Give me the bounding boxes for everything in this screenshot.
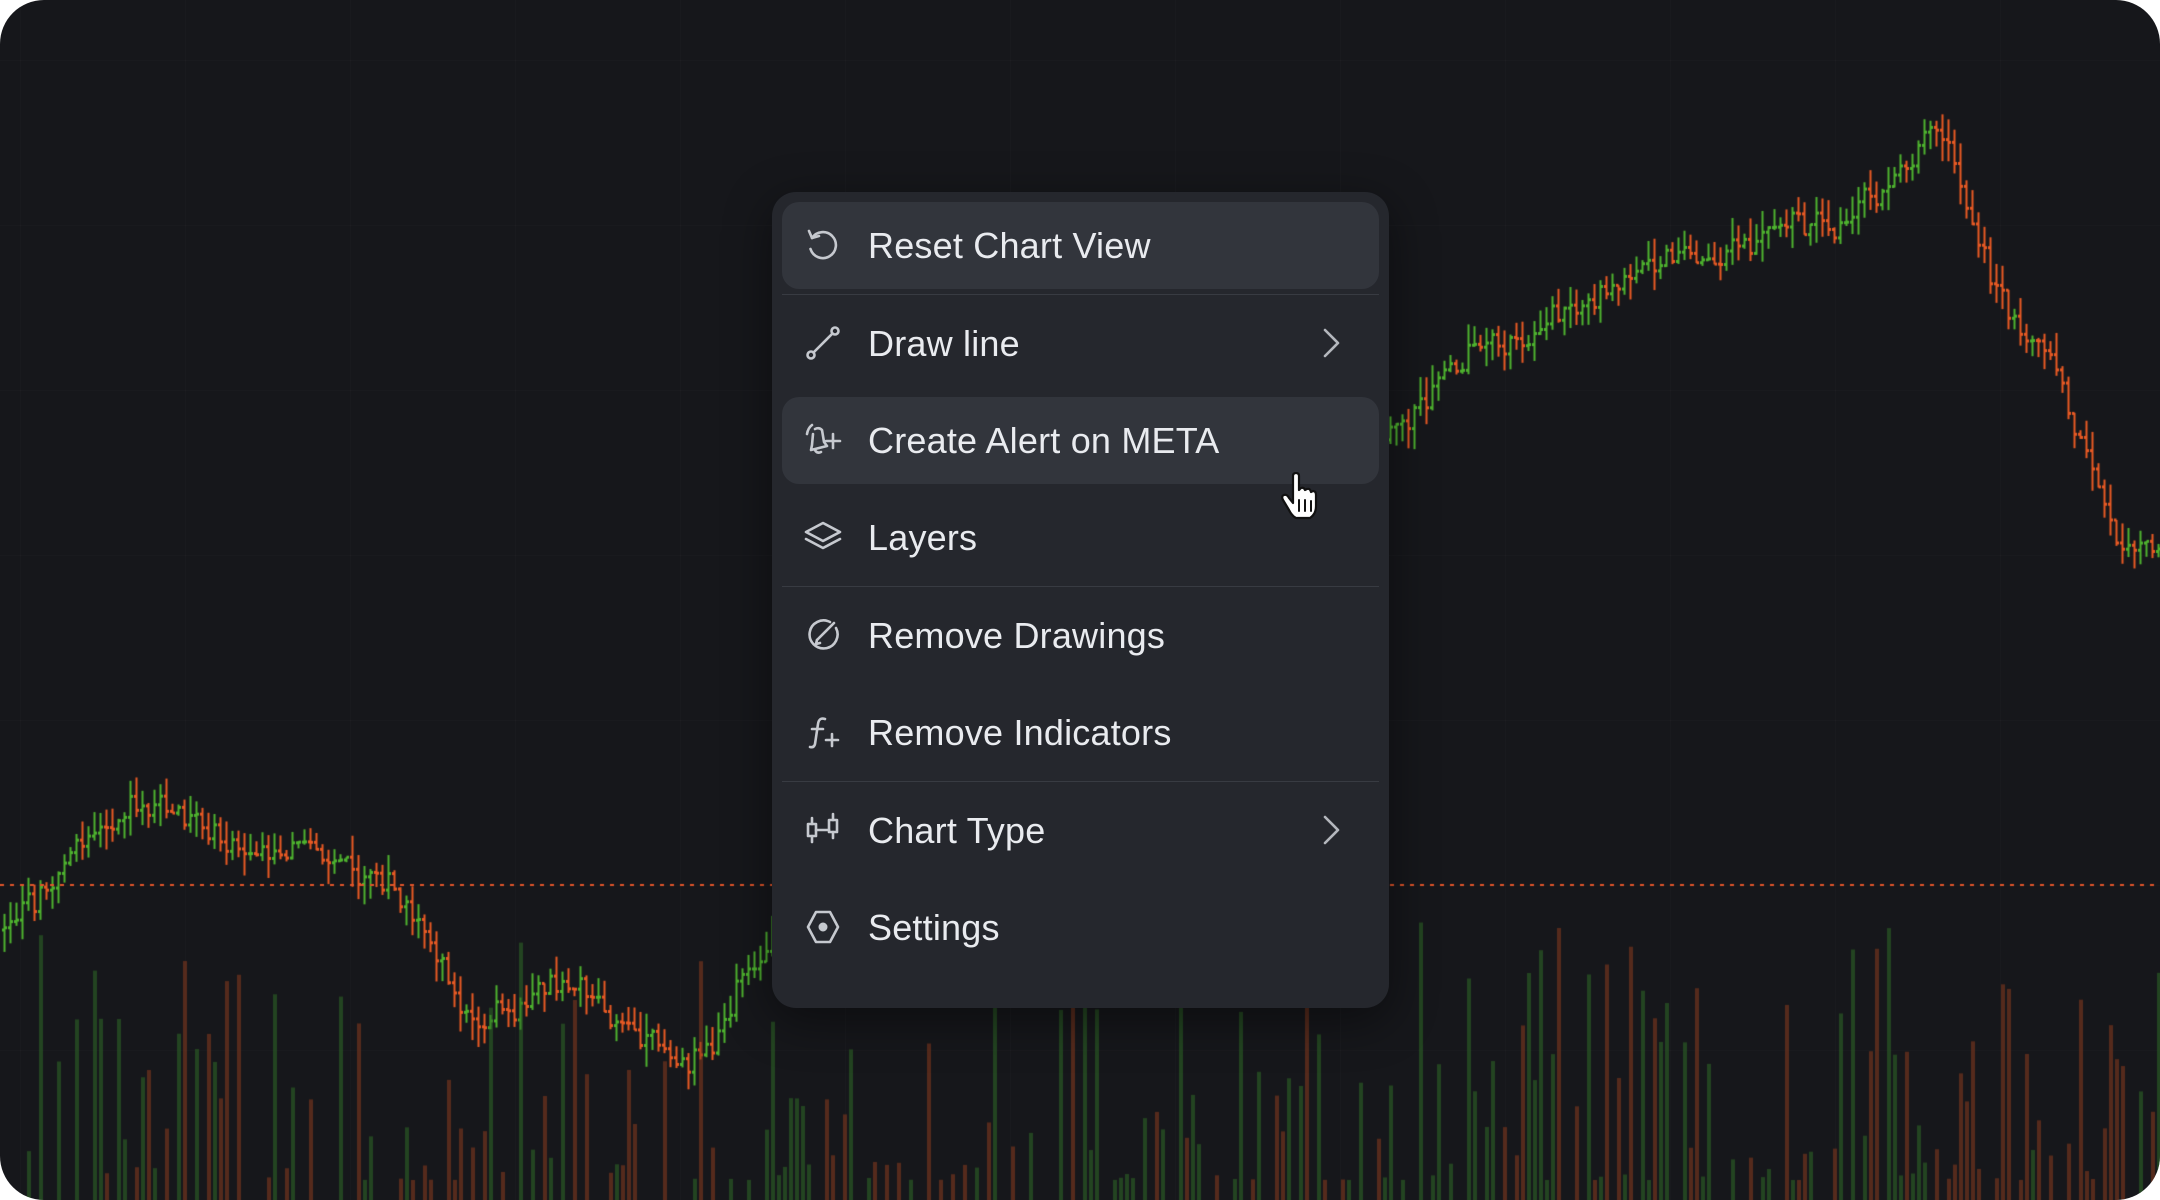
menu-item-label: Remove Indicators	[868, 711, 1172, 753]
remove-drawings-icon	[803, 615, 843, 655]
menu-item-settings[interactable]: Settings	[782, 884, 1379, 971]
remove-indicators-icon	[803, 712, 843, 752]
menu-item-reset-chart-view[interactable]: Reset Chart View	[782, 202, 1379, 289]
candles-icon	[803, 810, 843, 850]
hand-cursor-icon	[1280, 471, 1320, 520]
chart-window: Reset Chart View Draw line Create Alert …	[0, 0, 2160, 1200]
chevron-right-icon	[1313, 325, 1349, 361]
menu-item-label: Settings	[868, 906, 1000, 948]
alert-add-icon	[803, 420, 843, 460]
menu-item-label: Draw line	[868, 322, 1020, 364]
menu-item-remove-drawings[interactable]: Remove Drawings	[782, 592, 1379, 679]
menu-item-remove-indicators[interactable]: Remove Indicators	[782, 689, 1379, 776]
line-icon	[803, 323, 843, 363]
settings-icon	[803, 907, 843, 947]
menu-item-label: Layers	[868, 516, 978, 558]
menu-item-draw-line[interactable]: Draw line	[782, 300, 1379, 387]
menu-item-label: Remove Drawings	[868, 614, 1166, 656]
reset-icon	[803, 225, 843, 265]
menu-item-label: Create Alert on META	[868, 419, 1220, 461]
menu-item-chart-type[interactable]: Chart Type	[782, 787, 1379, 874]
chevron-right-icon	[1313, 812, 1349, 848]
menu-item-create-alert[interactable]: Create Alert on META	[782, 397, 1379, 484]
layers-icon	[803, 517, 843, 557]
menu-item-label: Reset Chart View	[868, 224, 1151, 266]
context-menu: Reset Chart View Draw line Create Alert …	[772, 192, 1389, 1008]
menu-item-label: Chart Type	[868, 809, 1046, 851]
